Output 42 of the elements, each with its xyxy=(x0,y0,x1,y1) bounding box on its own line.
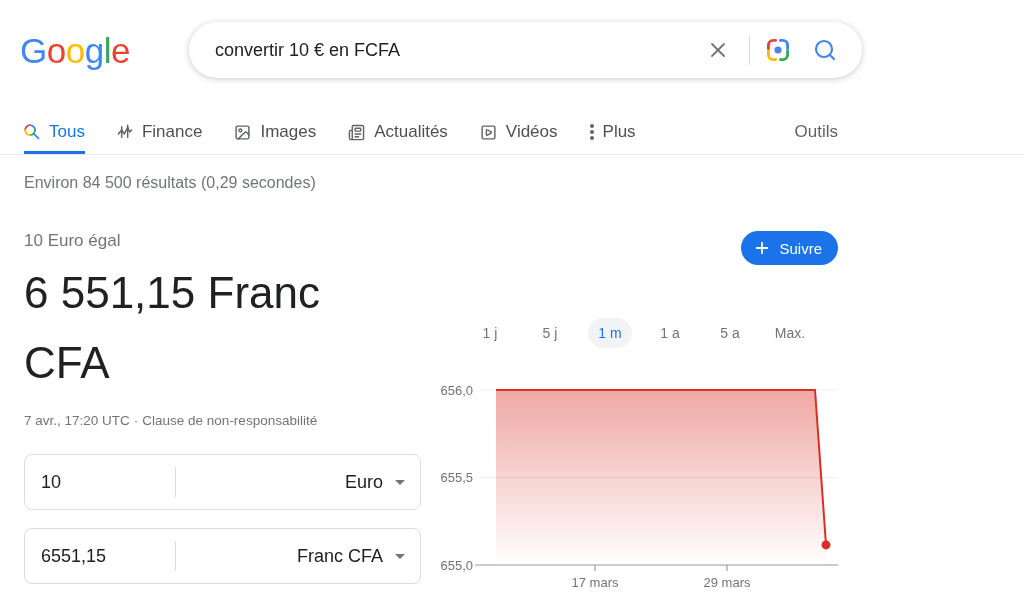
tab[interactable]: Images xyxy=(234,110,317,154)
tab[interactable]: Finance xyxy=(116,110,203,154)
axis-label: 655,0 xyxy=(440,557,473,573)
conversion-intro: 10 Euro égal xyxy=(24,230,121,252)
range-tab[interactable]: 5 a xyxy=(708,318,752,348)
range-tab[interactable]: 1 m xyxy=(588,318,632,348)
amount-field[interactable]: 10 xyxy=(25,468,175,496)
play-icon xyxy=(479,123,497,141)
tab[interactable]: Vidéos xyxy=(479,110,558,154)
image-icon xyxy=(234,123,252,141)
follow-button[interactable]: Suivre xyxy=(741,231,838,265)
end-point-icon xyxy=(821,540,831,550)
chart-icon xyxy=(116,124,133,140)
camera-icon[interactable] xyxy=(767,39,789,61)
conversion-result: 6 551,15 Franc CFA xyxy=(24,267,321,389)
search-field[interactable]: convertir 10 € en FCFA xyxy=(215,36,706,64)
more-icon xyxy=(589,124,594,140)
logo[interactable]: Google xyxy=(20,32,130,68)
range-tab[interactable]: 5 j xyxy=(528,318,572,348)
range-tab[interactable]: 1 j xyxy=(468,318,512,348)
axis-label: 29 mars xyxy=(703,575,751,590)
tools-button[interactable]: Outils xyxy=(794,110,838,154)
newspaper-icon xyxy=(348,123,366,141)
range-tab[interactable]: 1 a xyxy=(648,318,692,348)
amount-field[interactable]: 6551,15 xyxy=(25,542,175,570)
result-stats: Environ 84 500 résultats (0,29 secondes) xyxy=(24,173,316,193)
range-tab[interactable]: Max. xyxy=(768,318,812,348)
tab[interactable]: Actualités xyxy=(348,110,448,154)
currency-select[interactable]: Euro xyxy=(176,455,420,509)
caret-icon xyxy=(395,479,405,485)
axis-label: 656,0 xyxy=(440,382,473,398)
disclaimer-link[interactable]: Clause de non-responsabilité xyxy=(142,412,318,430)
tab[interactable]: Tous xyxy=(24,110,85,154)
tab[interactable]: Plus xyxy=(589,110,636,154)
axis-label: 17 mars xyxy=(571,575,619,590)
search-icon xyxy=(24,124,40,140)
search-icon[interactable] xyxy=(813,38,837,62)
axis-label: 655,5 xyxy=(440,470,473,485)
currency-select[interactable]: Franc CFA xyxy=(176,529,420,583)
separator: · xyxy=(133,412,139,430)
timestamp: 7 avr., 17:20 UTC xyxy=(24,412,130,430)
caret-icon xyxy=(395,553,405,559)
